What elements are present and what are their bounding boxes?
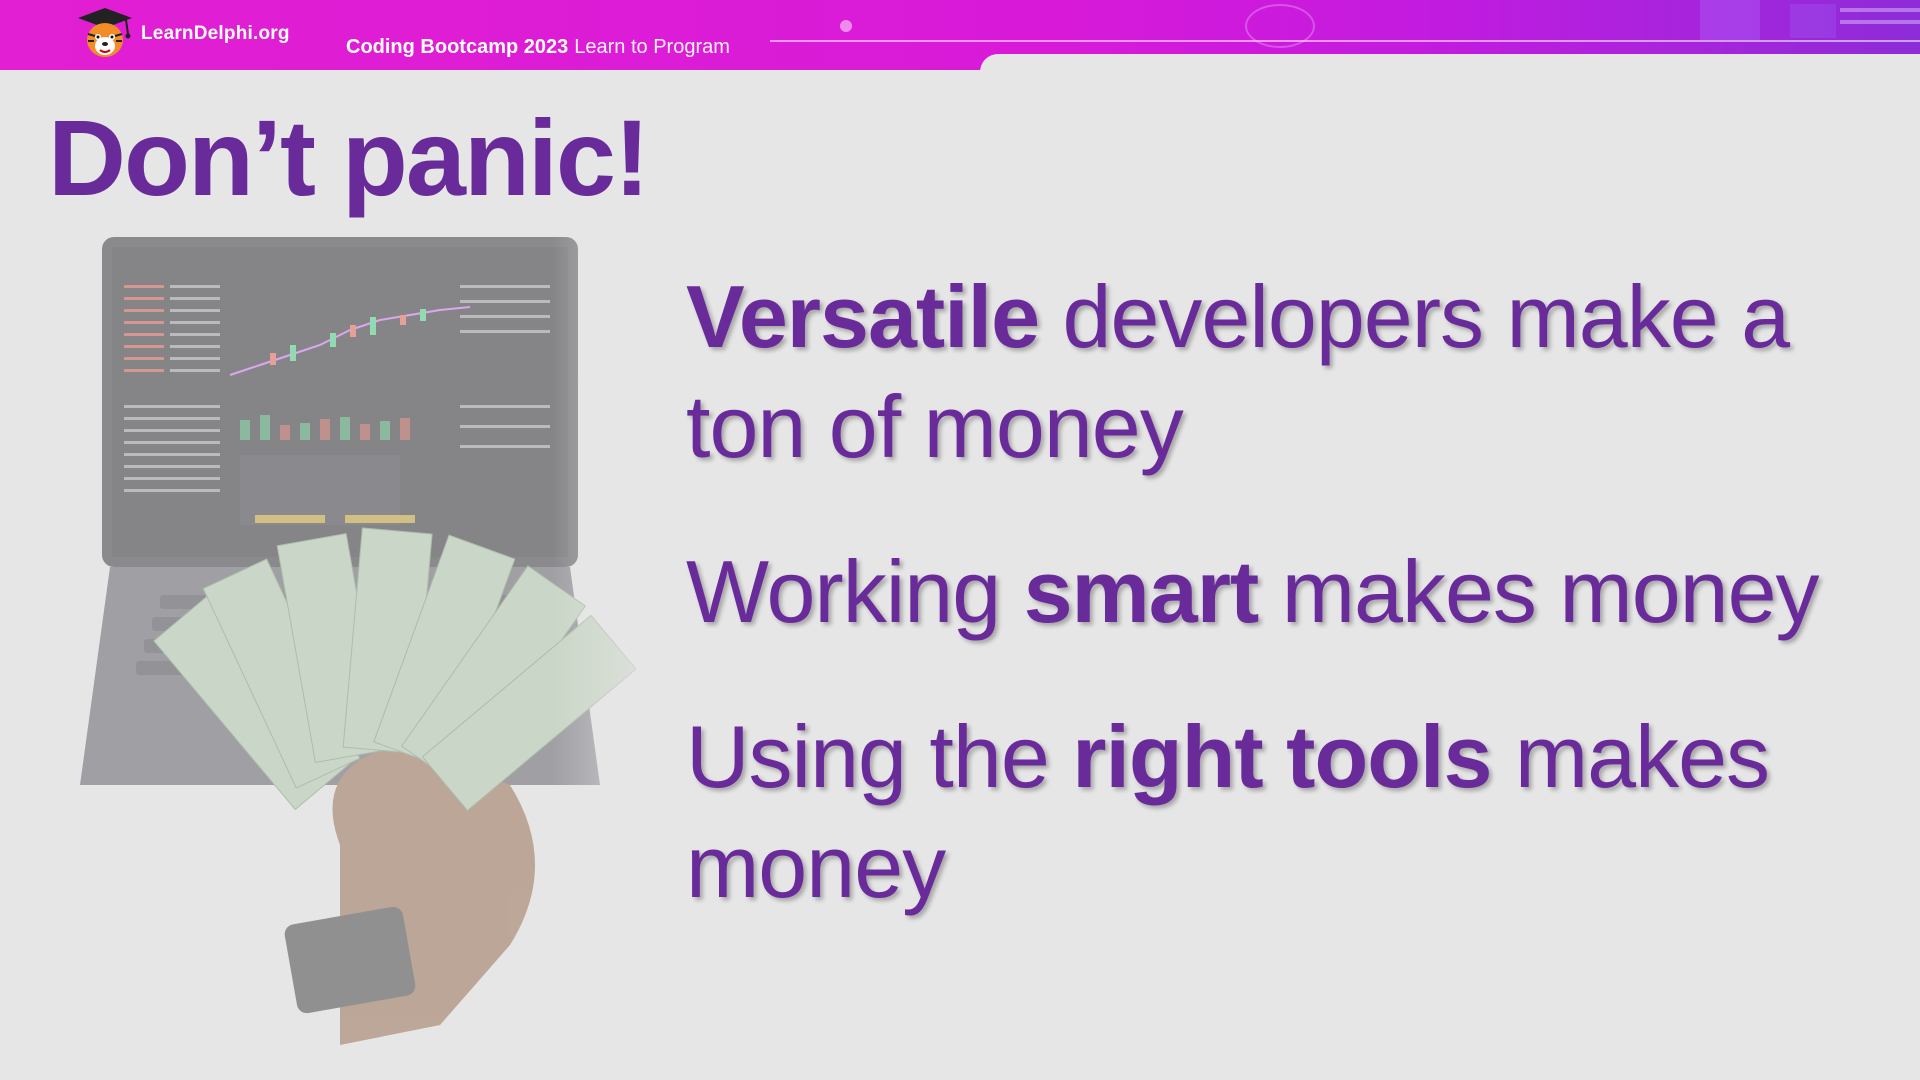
key-points-list: Versatile developers make a ton of money… (686, 262, 1866, 922)
decor-stripe (1840, 8, 1920, 12)
point-emphasis: smart (1023, 542, 1260, 641)
header-tagline: Coding Bootcamp 2023 Learn to Program (346, 36, 730, 59)
decor-block (1700, 0, 1760, 40)
tiger-graduate-mascot-icon (78, 8, 132, 57)
event-subtitle: Learn to Program (574, 36, 730, 58)
point-emphasis: Versatile (686, 267, 1040, 366)
point-emphasis: right tools (1072, 707, 1492, 806)
slide-title: Don’t panic! (48, 97, 650, 218)
header-curve (980, 54, 1920, 94)
brand-name: LearnDelphi.org (141, 23, 290, 44)
decor-block (1790, 4, 1836, 38)
laptop-trading-chart-money-illustration (40, 225, 680, 1045)
decor-dot (840, 20, 852, 32)
point-right-tools: Using the right tools makes money (686, 702, 1866, 922)
point-versatile: Versatile developers make a ton of money (686, 262, 1866, 482)
point-smart: Working smart makes money (686, 537, 1866, 647)
point-text: Working (686, 542, 1024, 641)
event-name: Coding Bootcamp 2023 (346, 36, 569, 58)
header-divider-line (770, 40, 1920, 42)
decor-stripe (1840, 20, 1920, 24)
point-text: Using the (686, 707, 1073, 806)
point-text: makes money (1258, 542, 1820, 641)
